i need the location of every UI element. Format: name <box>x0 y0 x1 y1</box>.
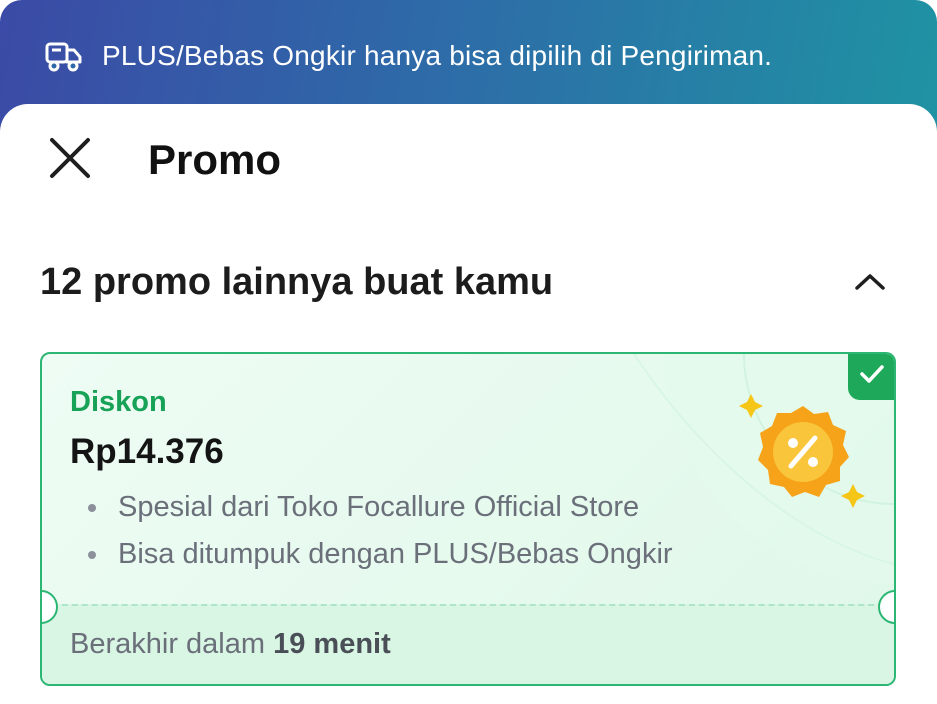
promo-type: Diskon <box>70 386 167 418</box>
promo-details-list: Spesial dari Toko Focallure Official Sto… <box>76 484 673 578</box>
page-title: Promo <box>148 136 282 183</box>
info-banner-row: PLUS/Bebas Ongkir hanya bisa dipilih di … <box>44 34 772 78</box>
expiry-text: Berakhir dalam 19 menit <box>70 628 391 661</box>
promo-expiry-bar: Berakhir dalam 19 menit <box>42 604 894 684</box>
sheet-header: Promo <box>0 104 937 216</box>
section-title: 12 promo lainnya buat kamu <box>40 260 554 303</box>
delivery-truck-icon <box>44 36 84 76</box>
promo-section-header[interactable]: 12 promo lainnya buat kamu <box>40 254 890 310</box>
expiry-value: 19 menit <box>273 628 391 660</box>
promo-amount: Rp14.376 <box>70 432 224 471</box>
check-icon <box>859 364 885 389</box>
percent-badge-icon <box>737 386 877 521</box>
promo-bottom-sheet: Promo 12 promo lainnya buat kamu Diskon … <box>0 104 937 704</box>
close-button[interactable] <box>44 134 96 186</box>
chevron-up-icon[interactable] <box>850 262 890 302</box>
promo-detail-text: Bisa ditumpuk dengan PLUS/Bebas Ongkir <box>118 538 673 570</box>
bullet-dot <box>88 550 96 559</box>
list-item: Bisa ditumpuk dengan PLUS/Bebas Ongkir <box>76 531 673 578</box>
promo-detail-text: Spesial dari Toko Focallure Official Sto… <box>118 491 640 523</box>
promo-card[interactable]: Diskon Rp14.376 Spesial dari Toko Focall… <box>40 352 896 686</box>
list-item: Spesial dari Toko Focallure Official Sto… <box>76 484 673 531</box>
close-icon <box>46 134 94 187</box>
info-banner-text: PLUS/Bebas Ongkir hanya bisa dipilih di … <box>102 40 773 71</box>
expiry-prefix: Berakhir dalam <box>70 628 274 660</box>
bullet-dot <box>88 503 96 512</box>
